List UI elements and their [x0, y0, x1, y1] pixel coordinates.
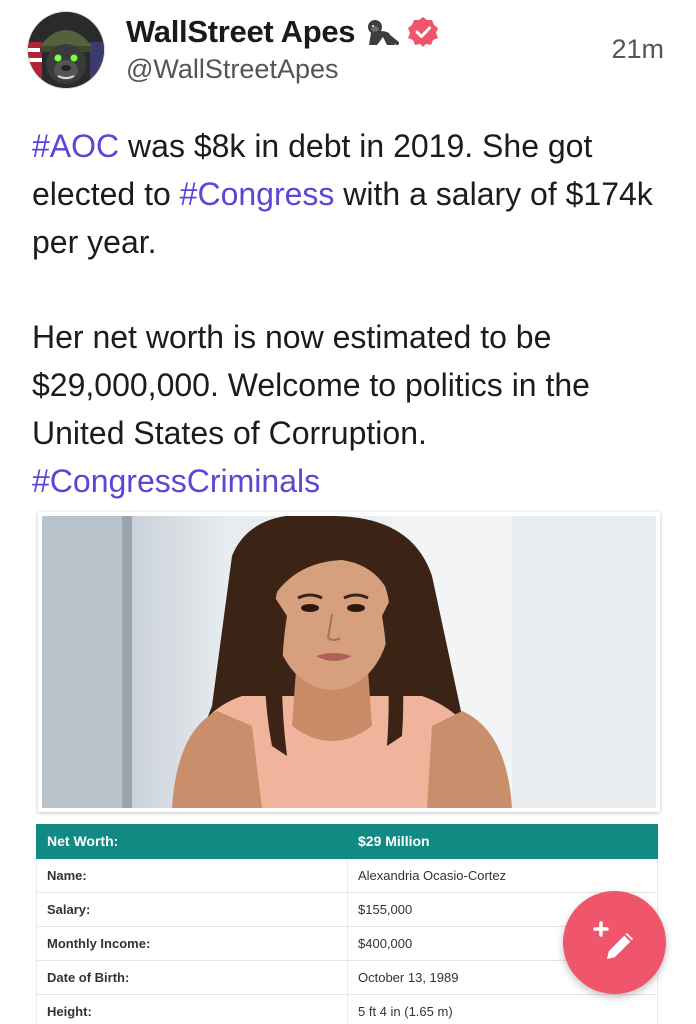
gorilla-soldier-avatar — [28, 12, 104, 88]
table-row: Date of Birth: October 13, 1989 — [36, 960, 658, 995]
author-handle[interactable]: @WallStreetApes — [126, 54, 338, 85]
compose-button[interactable] — [563, 891, 666, 994]
post-text: #AOC was $8k in debt in 2019. She got el… — [32, 122, 672, 505]
avatar[interactable] — [28, 12, 104, 88]
hashtag-aoc[interactable]: #AOC — [32, 128, 119, 164]
table-row: Height: 5 ft 4 in (1.65 m) — [36, 994, 658, 1024]
verified-badge-icon — [408, 17, 439, 47]
table-header-label: Net Worth: — [36, 824, 348, 859]
table-row-value: 5 ft 4 in (1.65 m) — [347, 994, 658, 1024]
post-paragraph-2: Her net worth is now estimated to be $29… — [32, 313, 672, 505]
post-timestamp[interactable]: 21m — [611, 34, 664, 65]
table-header-row: Net Worth: $29 Million — [36, 824, 658, 859]
attached-image[interactable] — [38, 512, 660, 812]
display-name[interactable]: WallStreet Apes — [126, 14, 356, 50]
gorilla-emoji-icon — [368, 20, 400, 45]
table-row-label: Height: — [36, 994, 348, 1024]
table-row-label: Salary: — [36, 892, 348, 927]
display-name-row: WallStreet Apes — [126, 12, 439, 52]
table-row-value: Alexandria Ocasio-Cortez — [347, 858, 658, 893]
post-header: WallStreet Apes @WallStreetApes 21m — [0, 0, 696, 100]
pencil-compose-icon — [592, 920, 633, 959]
post-text-segment: Her net worth is now estimated to be $29… — [32, 319, 590, 451]
table-row-label: Monthly Income: — [36, 926, 348, 961]
portrait-photo — [42, 516, 656, 808]
portrait-illustration — [42, 516, 656, 808]
table-row-label: Name: — [36, 858, 348, 893]
hashtag-congress[interactable]: #Congress — [180, 176, 335, 212]
post-screen: WallStreet Apes @WallStreetApes 21m #AOC… — [0, 0, 696, 1024]
table-row-label: Date of Birth: — [36, 960, 348, 995]
table-row: Salary: $155,000 — [36, 892, 658, 927]
net-worth-table: Net Worth: $29 Million Name: Alexandria … — [36, 824, 658, 1024]
post-paragraph-1: #AOC was $8k in debt in 2019. She got el… — [32, 122, 672, 266]
hashtag-congress-criminals[interactable]: #CongressCriminals — [32, 463, 320, 499]
table-header-value: $29 Million — [347, 824, 658, 859]
table-row: Name: Alexandria Ocasio-Cortez — [36, 858, 658, 893]
